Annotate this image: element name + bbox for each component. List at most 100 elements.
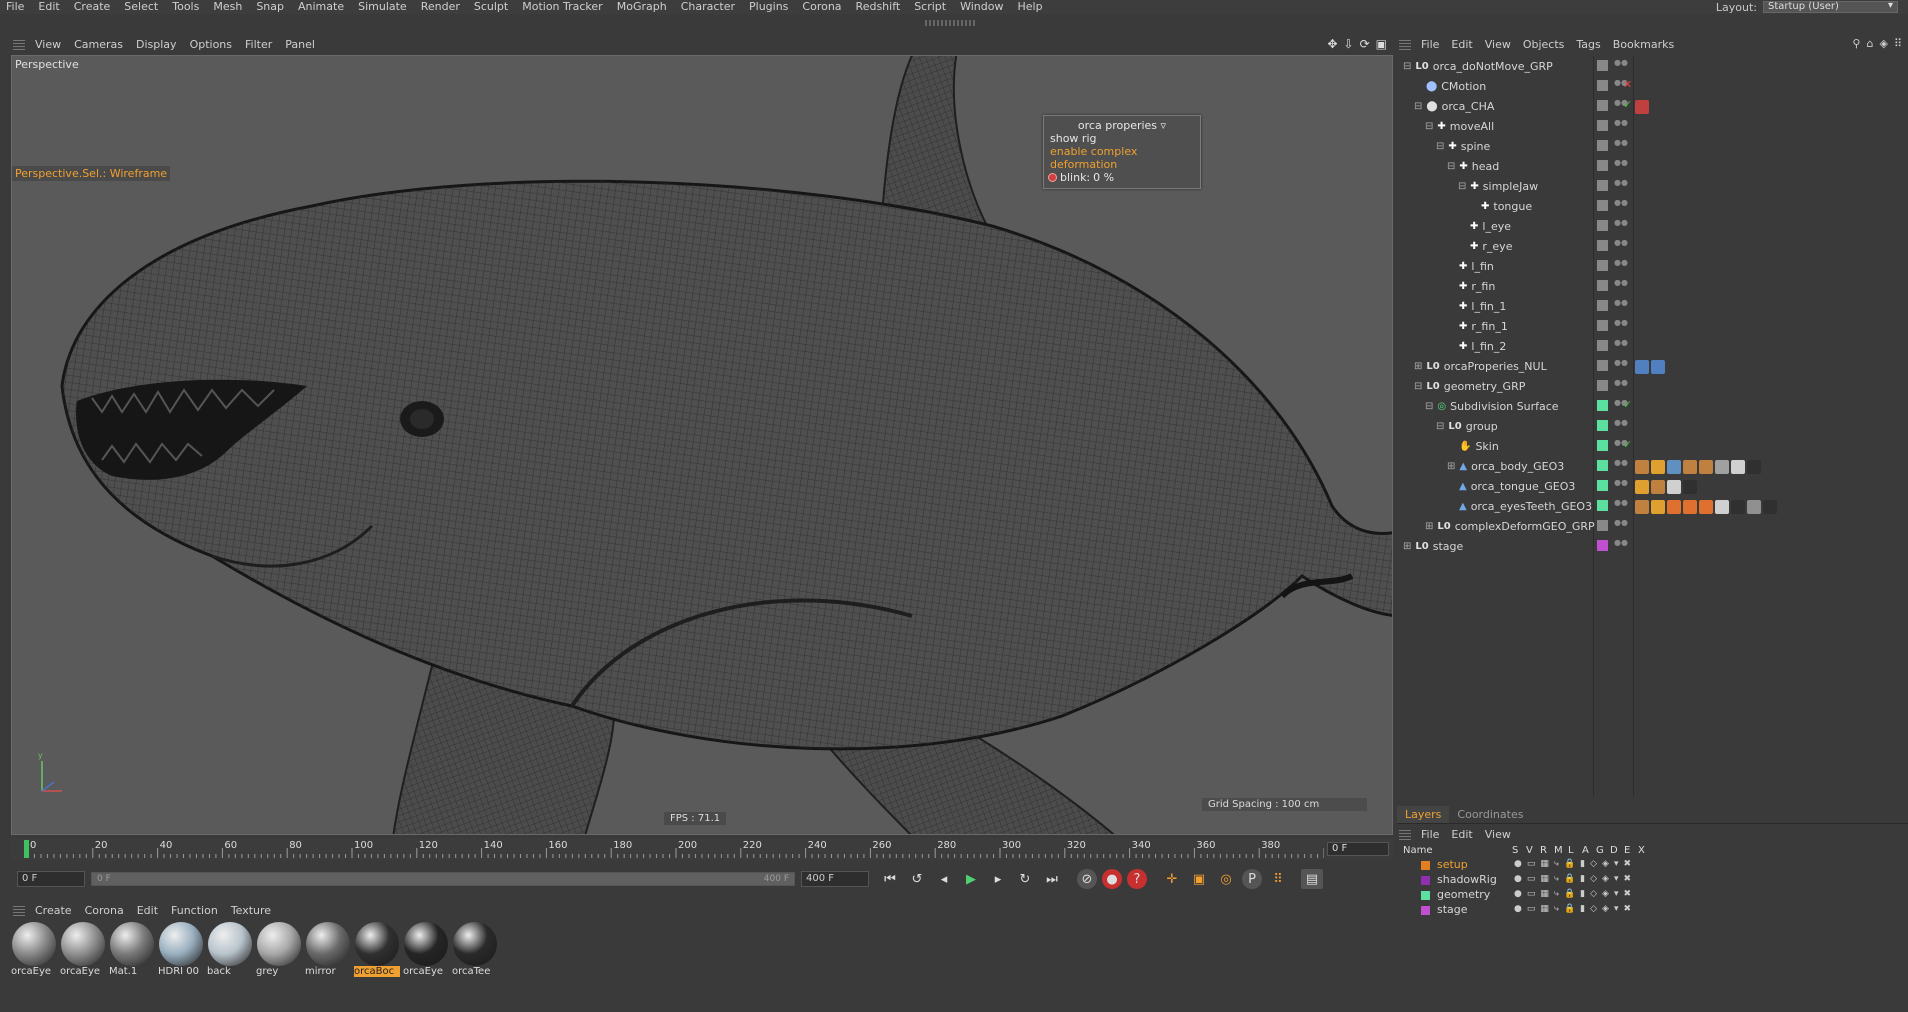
lock-icon[interactable]: 🔒	[1564, 889, 1575, 899]
search-icon[interactable]: ⚲	[1852, 37, 1860, 50]
move-view-icon[interactable]: ✥	[1327, 37, 1337, 51]
material-menu-corona[interactable]: Corona	[81, 904, 133, 917]
animation-icon[interactable]: ▮	[1580, 874, 1585, 884]
expression-icon[interactable]: ▾	[1614, 904, 1619, 914]
om-grip-handle[interactable]	[1399, 38, 1411, 50]
object-row[interactable]: ⊟ ✚ simpleJaw ●●	[1397, 176, 1908, 196]
collapse-icon[interactable]: ⊟	[1414, 101, 1422, 112]
generator-icon[interactable]: ◇	[1590, 874, 1597, 884]
object-row[interactable]: ✚ r_fin_1 ●●	[1397, 316, 1908, 336]
visibility-dots-icon[interactable]: ●●	[1614, 79, 1628, 93]
layer-color-swatch[interactable]	[1597, 120, 1608, 131]
object-row[interactable]: ⊟ ⬤ orca_CHA ●● ✓	[1397, 96, 1908, 116]
material-swatch[interactable]: orcaEye	[11, 922, 57, 982]
collapse-icon[interactable]: ⊟	[1436, 421, 1444, 432]
layer-color-swatch[interactable]	[1597, 280, 1608, 291]
generator-icon[interactable]: ◇	[1590, 859, 1597, 869]
material-swatch[interactable]: orcaEye	[403, 922, 449, 982]
object-row[interactable]: ▲ orca_tongue_GEO3 ●●	[1397, 476, 1908, 496]
layer-color-swatch[interactable]	[1597, 60, 1608, 71]
key-rotation-icon[interactable]: ◎	[1215, 869, 1237, 889]
tag-icon[interactable]	[1763, 500, 1777, 514]
viewport-grip-handle[interactable]	[13, 38, 25, 50]
material-swatch[interactable]: mirror	[305, 922, 351, 982]
tag-icon[interactable]	[1683, 480, 1697, 494]
object-row[interactable]: ✚ l_fin_2 ●●	[1397, 336, 1908, 356]
previous-frame-icon[interactable]: ◂	[933, 869, 955, 889]
expression-icon[interactable]: ▾	[1614, 889, 1619, 899]
menu-mograph[interactable]: MoGraph	[611, 0, 675, 14]
object-row[interactable]: ✚ tongue ●●	[1397, 196, 1908, 216]
object-row[interactable]: ⊞ L0 stage ●●	[1397, 536, 1908, 556]
preview-range-slider[interactable]: 0 F 400 F	[91, 872, 795, 886]
object-row[interactable]: ⊞ L0 orcaProperies_NUL ●●	[1397, 356, 1908, 376]
viewport-menu-options[interactable]: Options	[186, 38, 241, 51]
deformer-icon[interactable]: ◈	[1602, 859, 1609, 869]
object-item[interactable]: ✚ l_fin_1	[1447, 300, 1506, 313]
animation-icon[interactable]: ▮	[1580, 904, 1585, 914]
layer-name[interactable]: setup	[1437, 858, 1468, 871]
key-scale-icon[interactable]: ▣	[1188, 869, 1210, 889]
key-parameter-icon[interactable]: P	[1242, 869, 1262, 889]
object-item[interactable]: ⊟ L0 group	[1436, 420, 1498, 433]
menu-mesh[interactable]: Mesh	[207, 0, 250, 14]
menu-create[interactable]: Create	[68, 0, 119, 14]
layer-color-swatch[interactable]	[1597, 340, 1608, 351]
orca-panel-title[interactable]: orca properies ▿	[1044, 119, 1200, 132]
object-row[interactable]: ⊟ L0 geometry_GRP ●●	[1397, 376, 1908, 396]
visibility-dots-icon[interactable]: ●●	[1614, 379, 1628, 393]
expression-icon[interactable]: ▾	[1614, 859, 1619, 869]
visible-icon[interactable]: ▭	[1527, 859, 1536, 869]
material-swatch[interactable]: HDRI 00	[158, 922, 204, 982]
layer-color-swatch[interactable]	[1597, 540, 1608, 551]
go-to-end-icon[interactable]: ⏭	[1041, 869, 1063, 889]
manager-icon[interactable]: ⤷	[1554, 904, 1559, 914]
solo-icon[interactable]: ●	[1514, 859, 1522, 869]
visible-icon[interactable]: ▭	[1527, 889, 1536, 899]
disabled-x-icon[interactable]: ✕	[1623, 78, 1632, 91]
lock-icon[interactable]: 🔒	[1564, 859, 1575, 869]
collapse-icon[interactable]: ⊟	[1403, 61, 1411, 72]
menu-help[interactable]: Help	[1011, 0, 1050, 14]
manager-icon[interactable]: ⤷	[1554, 874, 1559, 884]
object-row[interactable]: ✋ Skin ●● ✓	[1397, 436, 1908, 456]
material-grip-handle[interactable]	[13, 904, 25, 916]
collapse-icon[interactable]: ⊟	[1425, 121, 1433, 132]
visibility-dots-icon[interactable]: ●●	[1614, 479, 1628, 493]
visibility-dots-icon[interactable]: ●●	[1614, 299, 1628, 313]
layer-name[interactable]: geometry	[1437, 888, 1490, 901]
layer-color-swatch[interactable]	[1597, 240, 1608, 251]
visibility-dots-icon[interactable]: ●●	[1614, 459, 1628, 473]
layer-color-swatch[interactable]	[1597, 300, 1608, 311]
om-menu-objects[interactable]: Objects	[1519, 38, 1573, 51]
tag-icon[interactable]	[1651, 500, 1665, 514]
visibility-dots-icon[interactable]: ●●	[1614, 159, 1628, 173]
rotate-view-icon[interactable]: ⟳	[1360, 37, 1370, 51]
xref-icon[interactable]: ✖	[1623, 859, 1631, 869]
viewport-camera-label[interactable]: Perspective	[15, 58, 79, 71]
expression-icon[interactable]: ▾	[1614, 874, 1619, 884]
playhead-marker[interactable]	[24, 840, 29, 858]
object-row[interactable]: ✚ l_eye ●●	[1397, 216, 1908, 236]
layer-color-swatch[interactable]	[1597, 420, 1608, 431]
tag-icon[interactable]	[1635, 460, 1649, 474]
tag-icon[interactable]	[1635, 500, 1649, 514]
material-swatch[interactable]: orcaBoc	[354, 922, 400, 982]
object-item[interactable]: ✚ r_fin	[1447, 280, 1495, 293]
tag-icon[interactable]	[1699, 500, 1713, 514]
material-swatch[interactable]: orcaTee	[452, 922, 498, 982]
layer-color-swatch[interactable]	[1421, 876, 1430, 885]
visibility-dots-icon[interactable]: ●●	[1614, 119, 1628, 133]
animation-icon[interactable]: ▮	[1580, 889, 1585, 899]
lock-icon[interactable]: 🔒	[1564, 904, 1575, 914]
layer-row[interactable]: shadowRig ● ▭ ▦ ⤷ 🔒 ▮ ◇ ◈ ▾ ✖	[1397, 873, 1908, 888]
layer-row[interactable]: setup ● ▭ ▦ ⤷ 🔒 ▮ ◇ ◈ ▾ ✖	[1397, 858, 1908, 873]
xref-icon[interactable]: ✖	[1623, 874, 1631, 884]
layer-color-swatch[interactable]	[1597, 180, 1608, 191]
menu-select[interactable]: Select	[118, 0, 166, 14]
visibility-dots-icon[interactable]: ●●	[1614, 259, 1628, 273]
object-row[interactable]: ⊟ L0 group ●●	[1397, 416, 1908, 436]
viewport-menu-display[interactable]: Display	[132, 38, 186, 51]
layer-color-swatch[interactable]	[1597, 480, 1608, 491]
collapse-icon[interactable]: ⊟	[1425, 401, 1433, 412]
